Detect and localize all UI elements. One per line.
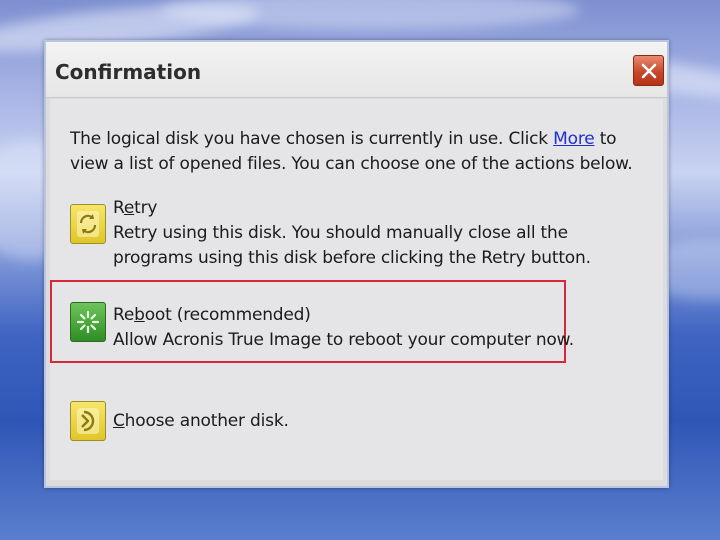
- retry-option[interactable]: Retry Retry using this disk. You should …: [50, 196, 650, 276]
- choose-disk-text: Choose another disk.: [113, 409, 643, 434]
- choose-disk-title[interactable]: Choose another disk.: [113, 409, 643, 434]
- choose-disk-title-part: hoose another disk.: [124, 411, 289, 431]
- retry-title-part: R: [113, 198, 124, 218]
- reboot-title-hotkey: b: [134, 305, 145, 325]
- intro-text-part: The logical disk you have chosen is curr…: [70, 129, 554, 149]
- retry-text: Retry Retry using this disk. You should …: [113, 196, 643, 271]
- more-link[interactable]: More: [553, 129, 595, 149]
- reboot-option[interactable]: Reboot (recommended) Allow Acronis True …: [50, 283, 650, 359]
- close-button[interactable]: [633, 55, 664, 86]
- choose-disk-title-hotkey: C: [113, 411, 125, 431]
- reboot-text: Reboot (recommended) Allow Acronis True …: [113, 303, 643, 353]
- dialog-title: Confirmation: [55, 60, 202, 84]
- retry-title-hotkey: e: [123, 198, 135, 218]
- reboot-title[interactable]: Reboot (recommended): [113, 303, 643, 328]
- intro-text: The logical disk you have chosen is curr…: [70, 127, 640, 177]
- retry-icon[interactable]: [70, 204, 106, 244]
- reboot-title-part: oot (recommended): [144, 305, 311, 325]
- retry-title-part: try: [134, 198, 158, 218]
- choose-disk-option[interactable]: Choose another disk.: [50, 397, 650, 457]
- confirmation-dialog: Confirmation The logical disk you have c…: [44, 40, 669, 488]
- reboot-description: Allow Acronis True Image to reboot your …: [113, 330, 574, 350]
- title-bar: Confirmation: [46, 42, 667, 98]
- retry-description: Retry using this disk. You should manual…: [113, 223, 591, 268]
- choose-disk-icon[interactable]: [70, 401, 106, 441]
- close-icon: [641, 63, 656, 78]
- reboot-title-part: Re: [113, 305, 135, 325]
- retry-title[interactable]: Retry: [113, 196, 643, 221]
- dialog-content: The logical disk you have chosen is curr…: [50, 99, 663, 480]
- reboot-icon[interactable]: [70, 302, 106, 342]
